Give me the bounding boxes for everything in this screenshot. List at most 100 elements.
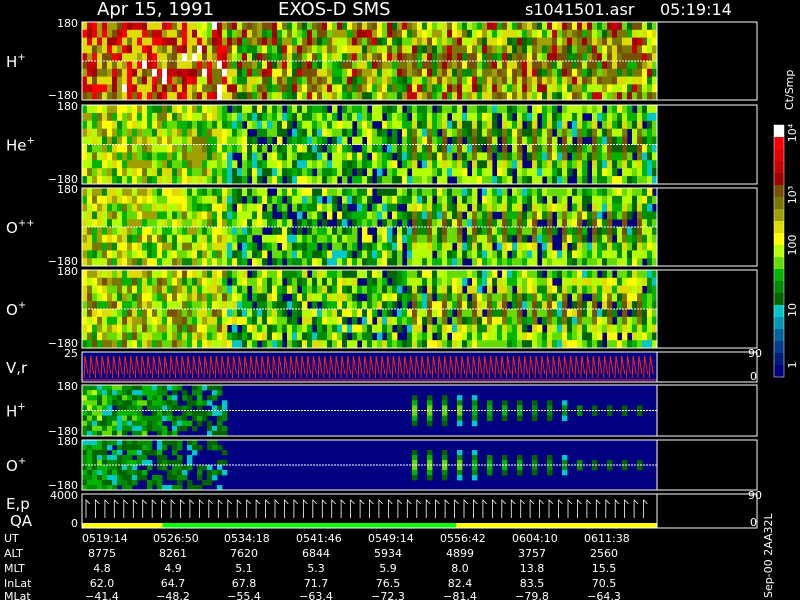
spectrogram-cell	[177, 332, 183, 341]
spectrogram-cell	[502, 152, 508, 161]
spectrogram-cell	[582, 203, 588, 212]
spectrogram-cell	[577, 84, 583, 93]
spectrogram-cell	[562, 112, 568, 122]
spectrogram-cell	[152, 68, 158, 77]
spectrogram-cell	[122, 37, 128, 46]
spectrogram-cell	[362, 22, 368, 31]
spectrogram-cell	[217, 285, 223, 294]
spectrogram-cell	[232, 332, 238, 341]
spectrogram-cell	[337, 76, 343, 85]
spectrogram-cell	[642, 37, 648, 46]
spectrogram-cell	[562, 76, 568, 85]
spectrogram-cell	[512, 316, 518, 325]
spectrogram-cell	[112, 480, 118, 486]
spectrogram-cell	[282, 227, 288, 236]
spectrogram-cell	[477, 76, 483, 85]
spectrogram-cell	[542, 250, 548, 259]
spectrogram-cell	[112, 188, 118, 197]
spectrogram-cell	[182, 152, 188, 161]
spectrogram-cell	[237, 309, 243, 318]
spectrogram-cell	[137, 76, 143, 85]
spectrogram-cell	[607, 112, 613, 122]
spectrogram-cell	[292, 37, 298, 46]
spectrogram-cell	[567, 22, 573, 31]
spectrogram-cell	[482, 61, 488, 70]
spectrogram-cell	[582, 234, 588, 243]
spectrogram-cell	[432, 301, 438, 310]
spectrogram-cell	[467, 219, 473, 228]
spectrogram-cell	[157, 203, 163, 212]
spectrogram-cell	[502, 455, 508, 461]
spectrogram-cell	[172, 465, 178, 471]
spectrogram-cell	[512, 128, 518, 137]
spectrogram-cell	[82, 270, 88, 279]
spectrogram-cell	[322, 120, 328, 130]
spectrogram-cell	[382, 309, 388, 318]
spectrogram-cell	[92, 250, 98, 259]
spectrogram-cell	[112, 420, 118, 427]
spectrogram-cell	[232, 250, 238, 259]
spectrogram-cell	[172, 285, 178, 294]
spectrogram-cell	[257, 293, 263, 302]
spectrogram-cell	[392, 105, 398, 114]
spectrogram-cell	[152, 420, 158, 427]
spectrogram-cell	[412, 242, 418, 251]
spectrogram-cell	[352, 188, 358, 197]
spectrogram-cell	[432, 270, 438, 279]
spectrogram-cell	[497, 152, 503, 161]
spectrogram-cell	[427, 470, 433, 476]
spectrogram-cell	[392, 203, 398, 212]
spectrogram-cell	[312, 112, 318, 122]
spectrogram-cell	[337, 270, 343, 279]
spectrogram-cell	[212, 144, 218, 153]
spectrogram-cell	[122, 425, 128, 432]
spectrogram-cell	[202, 128, 208, 137]
spectrogram-cell	[442, 37, 448, 46]
spectrogram-cell	[97, 219, 103, 228]
spectrogram-cell	[377, 293, 383, 302]
spectrogram-cell	[342, 188, 348, 197]
spectrogram-cell	[222, 340, 228, 349]
spectrogram-cell	[632, 195, 638, 204]
spectrogram-cell	[217, 332, 223, 341]
spectrogram-cell	[292, 242, 298, 251]
spectrogram-cell	[302, 120, 308, 130]
spectrogram-cell	[222, 152, 228, 161]
spectrogram-cell	[127, 45, 133, 54]
spectrogram-cell	[197, 45, 203, 54]
spectrogram-cell	[452, 316, 458, 325]
spectrogram-cell	[412, 395, 418, 401]
spectrogram-cell	[117, 219, 123, 228]
spectrogram-cell	[562, 105, 568, 114]
spectrogram-cell	[87, 385, 93, 391]
spectrogram-cell	[147, 105, 153, 114]
spectrogram-cell	[422, 68, 428, 77]
spectrogram-cell	[147, 277, 153, 286]
spectrogram-cell	[317, 277, 323, 286]
spectrogram-cell	[152, 22, 158, 31]
spectrogram-cell	[512, 301, 518, 310]
spectrogram-cell	[447, 53, 453, 62]
spectrogram-cell	[392, 120, 398, 130]
spectrogram-cell	[337, 68, 343, 77]
spectrogram-cell	[377, 188, 383, 197]
spectrogram-cell	[342, 203, 348, 212]
spectrogram-cell	[302, 301, 308, 310]
spectrogram-cell	[107, 277, 113, 286]
spectrogram-cell	[192, 211, 198, 220]
spectrogram-cell	[437, 227, 443, 236]
spectrogram-cell	[227, 242, 233, 251]
spectrogram-cell	[487, 301, 493, 310]
spectrogram-cell	[242, 340, 248, 349]
spectrogram-cell	[377, 234, 383, 243]
spectrogram-cell	[507, 332, 513, 341]
spectrogram-cell	[477, 61, 483, 70]
spectrogram-cell	[92, 395, 98, 401]
spectrogram-cell	[507, 203, 513, 212]
spectrogram-cell	[522, 316, 528, 325]
spectrogram-cell	[532, 176, 538, 185]
spectrogram-cell	[447, 277, 453, 286]
spectrogram-cell	[117, 68, 123, 77]
spectrogram-cell	[437, 176, 443, 185]
spectrogram-cell	[217, 160, 223, 169]
